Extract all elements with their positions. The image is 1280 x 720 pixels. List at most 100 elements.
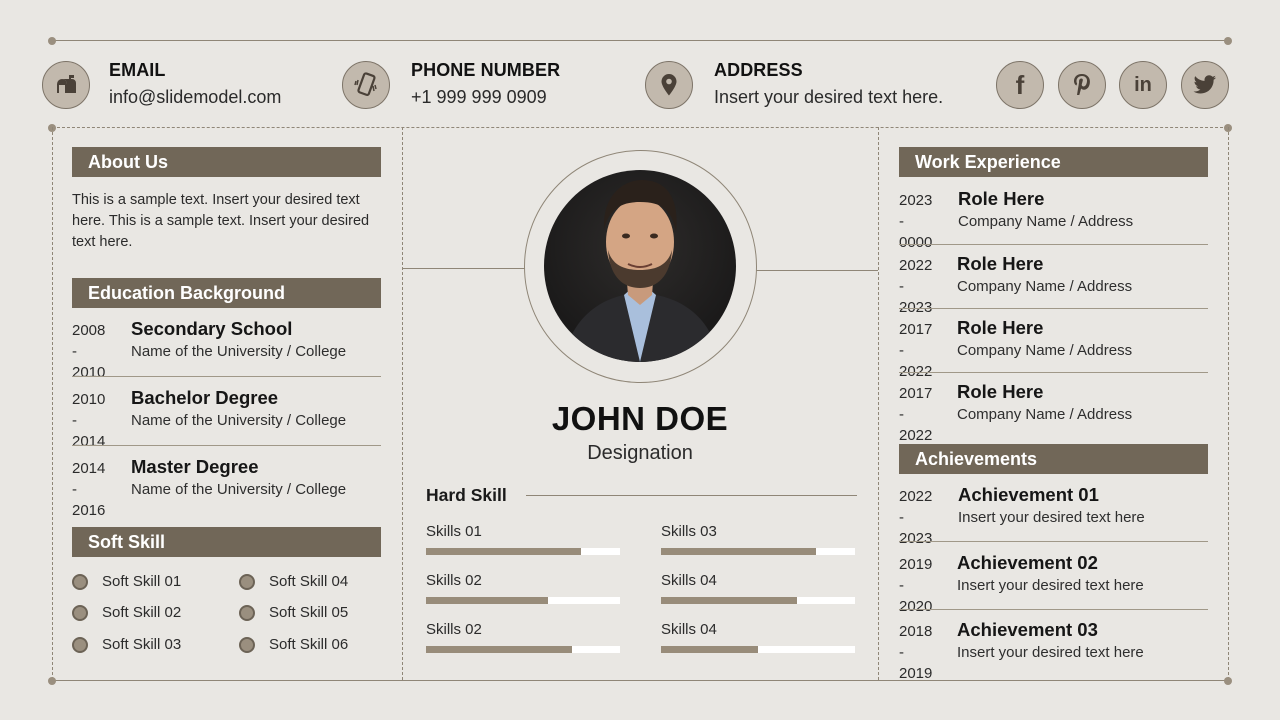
education-school: Name of the University / College [131, 343, 347, 360]
hard-skill-rule [526, 495, 857, 496]
hard-skill-label: Skills 04 [661, 572, 717, 589]
hard-skill-label: Skills 02 [426, 572, 482, 589]
achievement-title: Achievement 01 [958, 484, 1099, 505]
work-separator [899, 372, 1208, 373]
achievement-title: Achievement 02 [957, 552, 1098, 573]
bottom-rule [52, 680, 1228, 681]
work-years: 2017 -2022 [899, 385, 933, 444]
top-rule [52, 40, 1228, 41]
email-label: EMAIL [109, 60, 166, 80]
phone-icon [342, 61, 390, 109]
achievement-years: 2019 -2020 [899, 556, 933, 615]
work-role: Role Here [957, 317, 1044, 338]
achievement-text: Insert your desired text here [957, 577, 1144, 594]
phone-label: PHONE NUMBER [411, 60, 561, 80]
hard-skill-bar-fill [661, 548, 817, 555]
pinterest-button[interactable] [1058, 61, 1106, 109]
hard-skill-bar-fill [426, 548, 582, 555]
map-pin-icon [645, 61, 693, 109]
achievement-years: 2022 -2023 [899, 488, 933, 547]
bullet-icon [239, 604, 255, 621]
education-school: Name of the University / College [131, 481, 347, 498]
work-role: Role Here [957, 253, 1044, 274]
soft-skill-item: Soft Skill 03 [72, 636, 181, 653]
education-separator [72, 376, 381, 377]
top-left-dot [48, 37, 56, 45]
bottom-left-dot [48, 677, 56, 685]
email-value[interactable]: info@slidemodel.com [109, 87, 281, 108]
work-role: Role Here [957, 381, 1044, 402]
hard-skill-bar [426, 597, 620, 604]
soft-skill-item: Soft Skill 02 [72, 604, 181, 621]
hard-skill-label: Skills 01 [426, 523, 482, 540]
bullet-icon [72, 636, 88, 653]
soft-skill-item: Soft Skill 04 [239, 573, 348, 590]
work-separator [899, 308, 1208, 309]
achievements-header: Achievements [899, 444, 1208, 474]
work-company: Company Name / Address [957, 278, 1133, 295]
frame-right-dashed [1228, 127, 1229, 680]
divider-right [878, 127, 879, 680]
achievement-separator [899, 541, 1208, 542]
facebook-button[interactable]: f [996, 61, 1044, 109]
education-years: 2014 -2016 [72, 460, 106, 519]
work-company: Company Name / Address [957, 406, 1133, 423]
work-company: Company Name / Address [958, 213, 1134, 230]
hard-skill-bar [426, 548, 620, 555]
top-right-dot [1224, 37, 1232, 45]
photo-connector-left [402, 268, 525, 269]
soft-skill-item: Soft Skill 01 [72, 573, 181, 590]
twitter-button[interactable] [1181, 61, 1229, 109]
education-degree: Secondary School [131, 318, 293, 339]
soft-skill-item: Soft Skill 06 [239, 636, 348, 653]
education-school: Name of the University / College [131, 412, 347, 429]
hard-skill-label: Skills 04 [661, 621, 717, 638]
education-separator [72, 445, 381, 446]
hard-skill-bar [426, 646, 620, 653]
hard-skill-bar-fill [661, 646, 758, 653]
hard-skill-label: Skills 02 [426, 621, 482, 638]
hard-skill-bar [661, 597, 855, 604]
address-label: ADDRESS [714, 60, 803, 80]
hard-skill-label: Skills 03 [661, 523, 717, 540]
about-us-header: About Us [72, 147, 381, 177]
bullet-icon [239, 636, 255, 653]
hard-skill-title: Hard Skill [426, 485, 507, 505]
bullet-icon [72, 604, 88, 621]
work-experience-header: Work Experience [899, 147, 1208, 177]
hard-skill-bar-fill [661, 597, 797, 604]
phone-value[interactable]: +1 999 999 0909 [411, 87, 547, 108]
work-separator [899, 244, 1208, 245]
bullet-icon [72, 573, 88, 590]
education-header: Education Background [72, 278, 381, 308]
profile-photo [544, 170, 736, 362]
education-degree: Bachelor Degree [131, 387, 279, 408]
profile-designation: Designation [587, 442, 693, 464]
work-company: Company Name / Address [957, 342, 1133, 359]
frame-left-dashed [52, 127, 53, 680]
soft-skill-item: Soft Skill 05 [239, 604, 348, 621]
divider-left [402, 127, 403, 680]
hard-skill-bar-fill [426, 646, 572, 653]
address-value: Insert your desired text here. [714, 87, 944, 107]
pinterest-icon [1074, 74, 1090, 95]
bullet-icon [239, 573, 255, 590]
achievement-text: Insert your desired text here [958, 509, 1145, 526]
education-years: 2008 -2010 [72, 322, 106, 381]
achievement-years: 2018 -2019 [899, 623, 933, 682]
twitter-icon [1193, 75, 1216, 94]
about-us-text: This is a sample text. Insert your desir… [72, 192, 370, 250]
hard-skill-bar [661, 548, 855, 555]
frame-top-dashed [52, 127, 1228, 128]
achievement-separator [899, 609, 1208, 610]
soft-skill-header: Soft Skill [72, 527, 381, 557]
linkedin-icon: in [1134, 73, 1152, 96]
hard-skill-bar [661, 646, 855, 653]
bottom-right-dot [1224, 677, 1232, 685]
achievement-title: Achievement 03 [957, 619, 1098, 640]
education-years: 2010 -2014 [72, 391, 106, 450]
hard-skill-bar-fill [426, 597, 549, 604]
linkedin-button[interactable]: in [1119, 61, 1167, 109]
work-role: Role Here [958, 188, 1045, 209]
facebook-icon: f [1015, 69, 1025, 100]
